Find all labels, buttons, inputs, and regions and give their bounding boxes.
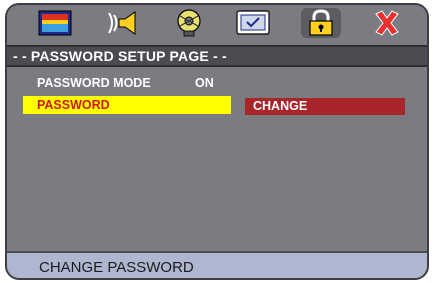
audio-icon (108, 11, 136, 35)
password-mode-value: ON (195, 76, 214, 90)
tab-exit[interactable] (367, 8, 407, 38)
page-header: - - PASSWORD SETUP PAGE - - (7, 45, 427, 67)
preference-icon (236, 10, 270, 35)
tab-video[interactable] (169, 8, 209, 38)
menu-icon-bar (7, 5, 427, 41)
settings-panel: PASSWORD MODE ON PASSWORD CHANGE (7, 67, 427, 247)
tab-password[interactable] (301, 8, 341, 38)
video-icon (177, 9, 201, 37)
setup-menu-window: - - PASSWORD SETUP PAGE - - PASSWORD MOD… (5, 3, 429, 280)
change-password-button[interactable]: CHANGE (245, 98, 405, 115)
exit-icon (375, 10, 399, 36)
tab-audio[interactable] (103, 8, 143, 38)
lock-icon (309, 9, 333, 36)
tab-preference[interactable] (233, 8, 273, 38)
page-title: - - PASSWORD SETUP PAGE - - (13, 48, 227, 64)
tab-picture[interactable] (35, 8, 75, 38)
password-mode-label[interactable]: PASSWORD MODE (37, 76, 151, 90)
password-row[interactable]: PASSWORD (23, 96, 231, 114)
password-label: PASSWORD (37, 98, 110, 112)
status-text: CHANGE PASSWORD (39, 259, 194, 276)
status-bar: CHANGE PASSWORD (7, 251, 427, 278)
picture-icon (38, 10, 72, 36)
